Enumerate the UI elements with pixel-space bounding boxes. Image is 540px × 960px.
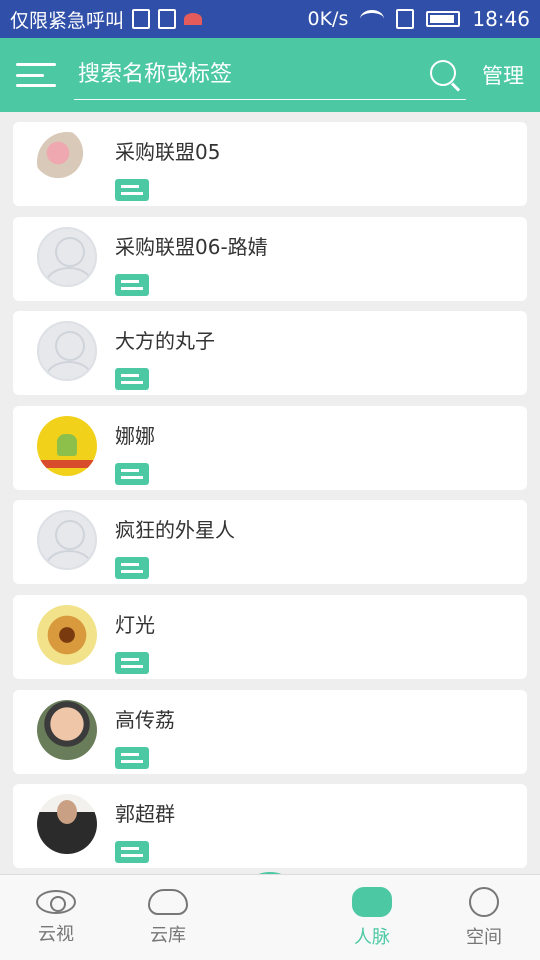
message-icon[interactable]	[115, 841, 149, 864]
nav-item[interactable]: 人脉	[322, 886, 422, 949]
sim-icon	[132, 9, 151, 29]
message-icon[interactable]	[115, 462, 149, 485]
search-input[interactable]	[78, 62, 428, 87]
avatar[interactable]	[37, 132, 97, 192]
people-icon	[352, 886, 392, 917]
cloud-icon	[148, 888, 188, 915]
nav-label: 空间	[466, 926, 502, 948]
contact-info: 采购联盟05	[115, 132, 220, 201]
nav-label: 人脉	[354, 926, 390, 948]
avatar[interactable]	[37, 510, 97, 571]
app-header: 管理	[0, 38, 540, 112]
search-bar	[74, 50, 466, 100]
message-icon[interactable]	[115, 273, 149, 296]
message-icon[interactable]	[115, 179, 149, 201]
bottom-nav: 云视 云库 人脉 空间	[0, 874, 540, 960]
net-speed: 0K/s	[307, 8, 349, 30]
contact-name: 娜娜	[115, 423, 155, 448]
contact-name: 采购联盟06-路婧	[115, 234, 268, 259]
contact-info: 大方的丸子	[115, 321, 215, 391]
huawei-icon	[184, 13, 203, 25]
menu-icon[interactable]	[16, 59, 56, 91]
status-bar: 仅限紧急呼叫 0K/s 18:46	[0, 0, 540, 38]
contact-item[interactable]: 高传荔	[13, 689, 527, 774]
search-icon[interactable]	[428, 58, 462, 92]
contact-info: 娜娜	[115, 416, 155, 485]
contact-item[interactable]: 娜娜	[13, 405, 527, 490]
contact-list: 采购联盟05 采购联盟06-路婧 大方的丸子娜娜疯狂的外星人 灯光高传荔郭超群	[13, 122, 527, 879]
nav-item[interactable]: 云库	[118, 888, 218, 947]
eye-icon	[36, 889, 76, 914]
message-icon[interactable]	[115, 557, 149, 580]
avatar[interactable]	[37, 604, 97, 665]
contact-info: 采购联盟06-路婧	[115, 227, 268, 296]
image-notification-icon	[158, 9, 177, 29]
contact-item[interactable]: 大方的丸子	[13, 311, 527, 396]
contact-name: 灯光	[115, 612, 155, 637]
message-icon[interactable]	[115, 651, 149, 674]
contact-info: 郭超群	[115, 794, 175, 864]
sim-status-icon	[396, 9, 415, 29]
contact-item[interactable]: 灯光	[13, 594, 527, 679]
nav-item[interactable]: 空间	[434, 886, 534, 949]
planet-icon	[469, 886, 499, 917]
avatar[interactable]	[37, 226, 97, 287]
battery-icon	[426, 11, 461, 27]
contact-item[interactable]: 疯狂的外星人	[13, 500, 527, 585]
contact-item[interactable]: 采购联盟05	[13, 122, 527, 206]
avatar[interactable]	[37, 321, 97, 382]
avatar[interactable]	[37, 794, 97, 855]
nav-label: 云视	[38, 923, 74, 945]
wifi-icon	[360, 10, 385, 28]
clock: 18:46	[472, 7, 530, 31]
contact-info: 高传荔	[115, 700, 175, 769]
contact-info: 灯光	[115, 605, 155, 674]
avatar[interactable]	[37, 415, 97, 476]
contact-item[interactable]: 采购联盟06-路婧	[13, 216, 527, 301]
contact-info: 疯狂的外星人	[115, 510, 235, 580]
contact-name: 高传荔	[115, 707, 175, 732]
message-icon[interactable]	[115, 368, 149, 391]
manage-button[interactable]: 管理	[482, 60, 524, 90]
contact-name: 采购联盟05	[115, 140, 221, 164]
contact-name: 大方的丸子	[115, 329, 215, 354]
nav-item[interactable]: 云视	[6, 889, 106, 946]
nav-label: 云库	[150, 924, 186, 946]
contact-name: 郭超群	[115, 802, 175, 827]
message-icon[interactable]	[115, 746, 149, 769]
avatar[interactable]	[37, 699, 97, 760]
contact-name: 疯狂的外星人	[115, 518, 235, 543]
contact-item[interactable]: 郭超群	[13, 784, 527, 869]
carrier-text: 仅限紧急呼叫	[10, 9, 125, 32]
